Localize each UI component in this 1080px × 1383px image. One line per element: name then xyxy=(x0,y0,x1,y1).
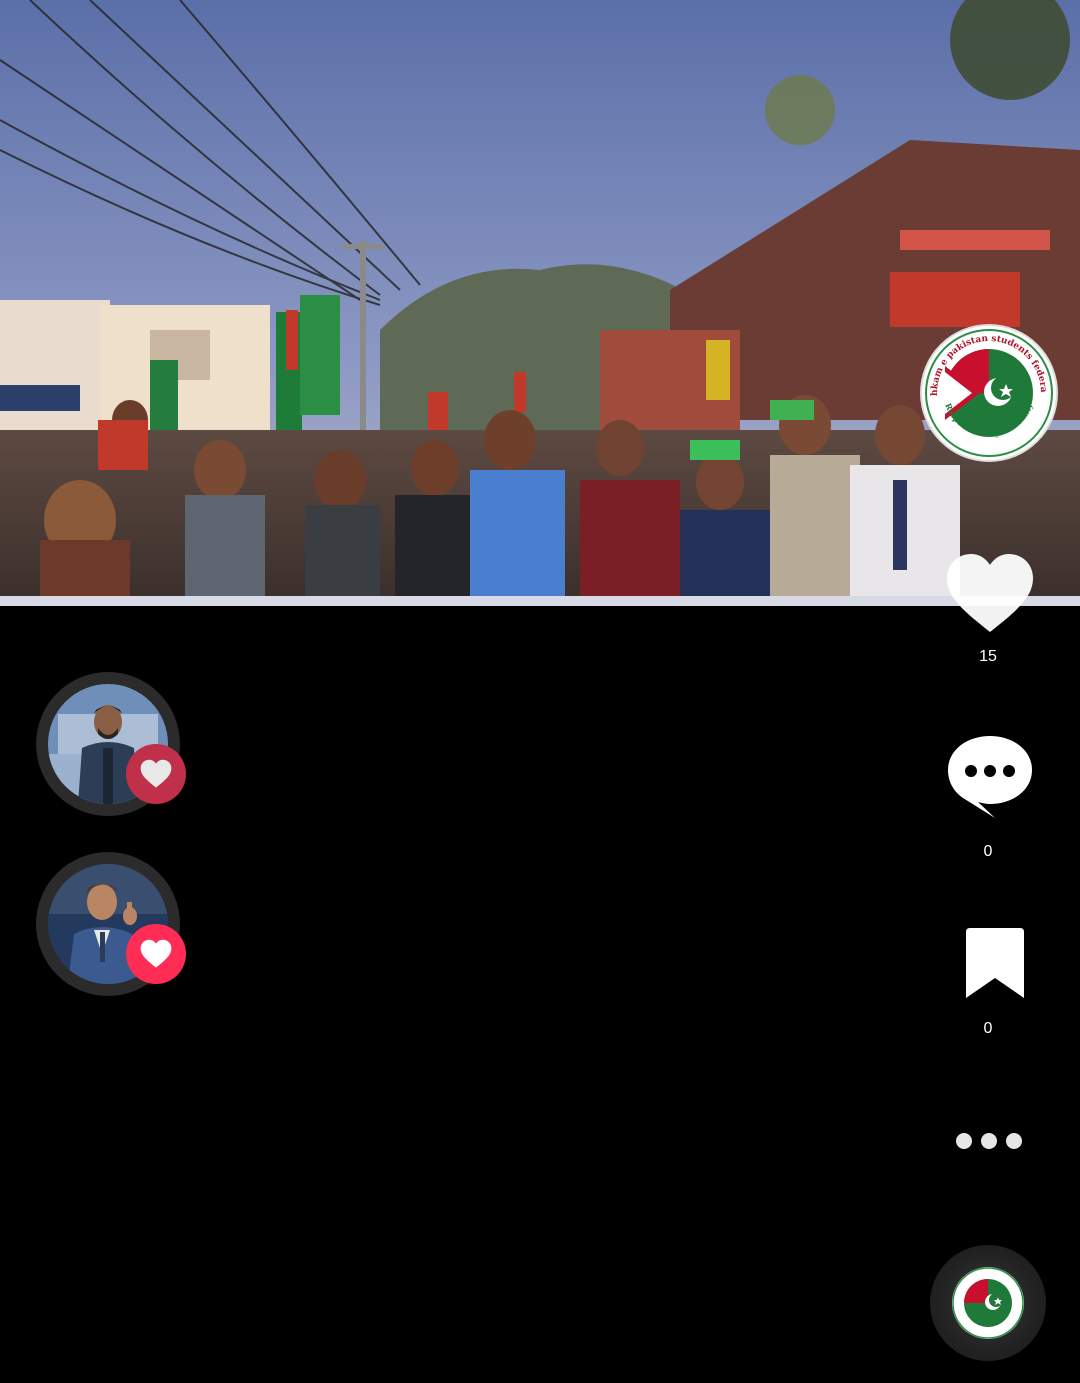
comment-count: 0 xyxy=(983,843,993,860)
save-count: 0 xyxy=(983,1020,993,1037)
like-count: 15 xyxy=(979,648,997,665)
liker-avatar[interactable] xyxy=(36,672,186,822)
bookmark-icon xyxy=(965,928,1024,998)
video-frame[interactable] xyxy=(0,0,1080,606)
heart-badge xyxy=(126,924,186,984)
comment-bubble-icon xyxy=(947,736,1032,818)
sound-disc-icon xyxy=(952,1267,1024,1339)
protest-scene-image xyxy=(0,0,1080,606)
save-button[interactable] xyxy=(940,926,1036,1007)
video-player-screen: Istihkam e pakistan students federation … xyxy=(0,0,1080,1383)
like-button[interactable] xyxy=(940,552,1036,641)
more-dots-icon xyxy=(956,1133,1022,1149)
heart-badge-icon xyxy=(140,939,172,968)
organization-logo-icon: Istihkam e pakistan students federation … xyxy=(919,319,1053,457)
liker-avatar[interactable] xyxy=(36,852,186,1002)
sound-disc-button[interactable] xyxy=(930,1245,1046,1361)
heart-badge-icon xyxy=(140,759,172,788)
comment-button[interactable] xyxy=(940,732,1036,825)
heart-badge xyxy=(126,744,186,804)
creator-avatar[interactable]: Istihkam e pakistan students federation … xyxy=(919,319,1056,460)
heart-icon xyxy=(946,554,1033,632)
more-options-button[interactable] xyxy=(950,1126,1030,1156)
